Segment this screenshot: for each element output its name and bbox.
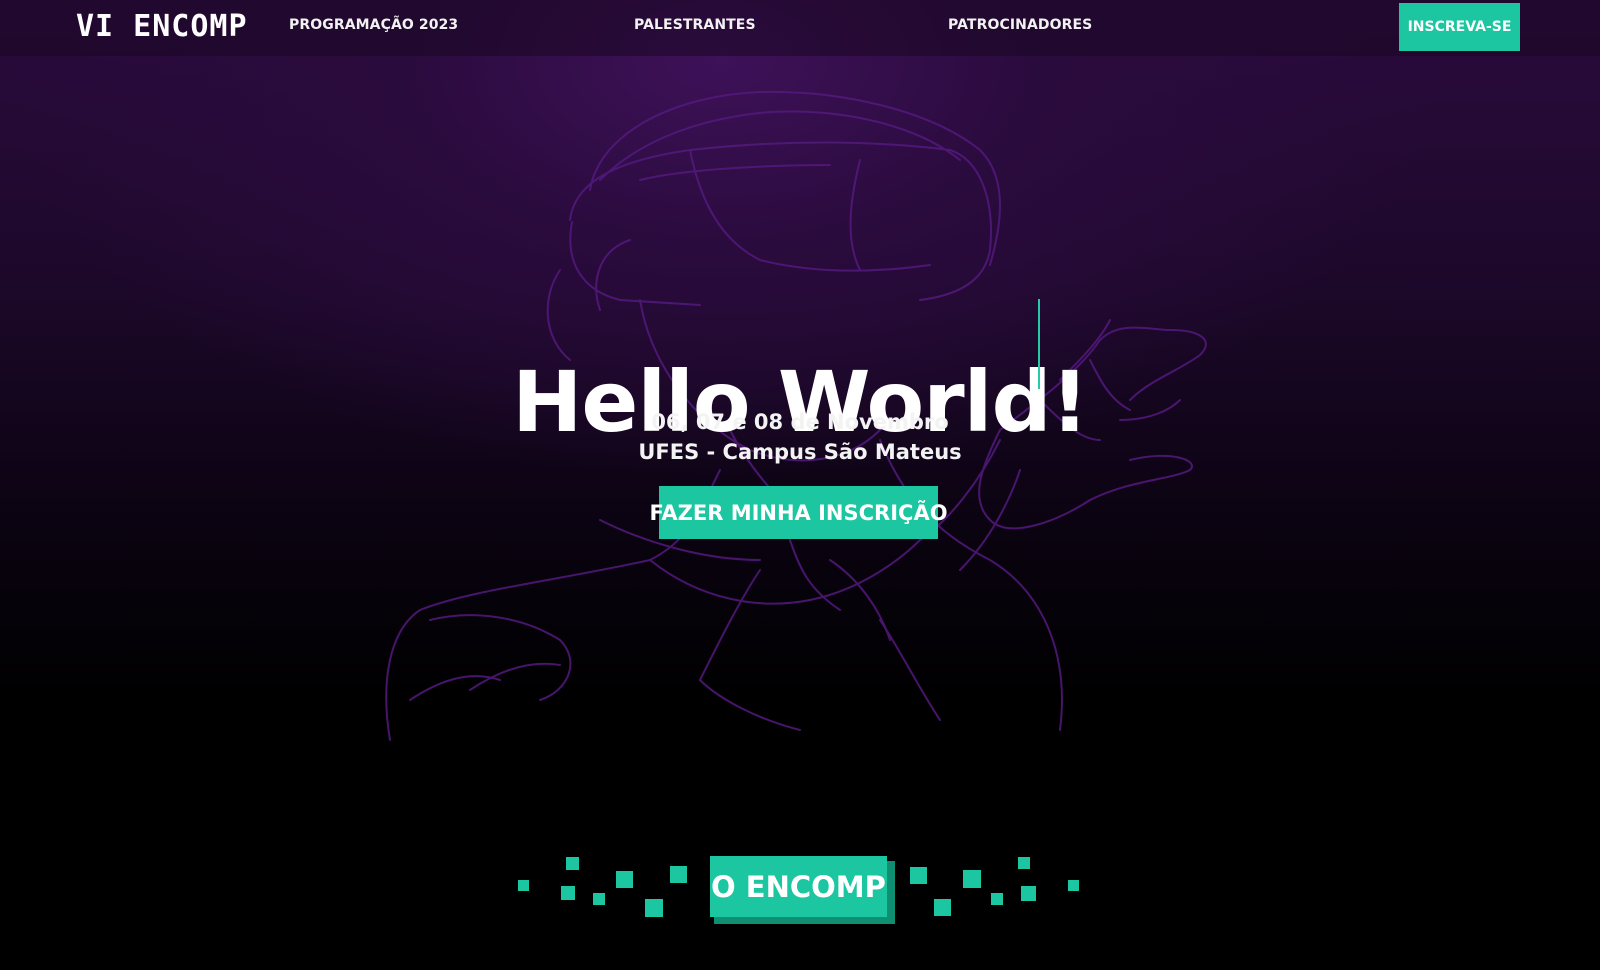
- typing-caret: [1038, 299, 1040, 389]
- section-heading-o-encomp: O ENCOMP: [710, 856, 887, 917]
- event-location: UFES - Campus São Mateus: [638, 440, 962, 464]
- register-button[interactable]: FAZER MINHA INSCRIÇÃO: [649, 486, 948, 539]
- nav-link-programacao[interactable]: PROGRAMAÇÃO 2023: [289, 17, 458, 33]
- nav-link-palestrantes[interactable]: PALESTRANTES: [634, 17, 756, 33]
- top-navbar: VI ENCOMP PROGRAMAÇÃO 2023 PALESTRANTES …: [0, 0, 1600, 56]
- encomp-logo[interactable]: VI ENCOMP: [76, 10, 248, 44]
- hero-title: Hello World!: [512, 353, 1089, 452]
- hero-background: [0, 0, 1600, 970]
- event-date: 06, 07 e 08 de Novembro: [651, 410, 949, 434]
- inscreva-se-button[interactable]: INSCREVA-SE: [1399, 3, 1520, 51]
- nav-link-patrocinadores[interactable]: PATROCINADORES: [948, 17, 1092, 33]
- logo-text: VI ENCOMP: [76, 9, 248, 44]
